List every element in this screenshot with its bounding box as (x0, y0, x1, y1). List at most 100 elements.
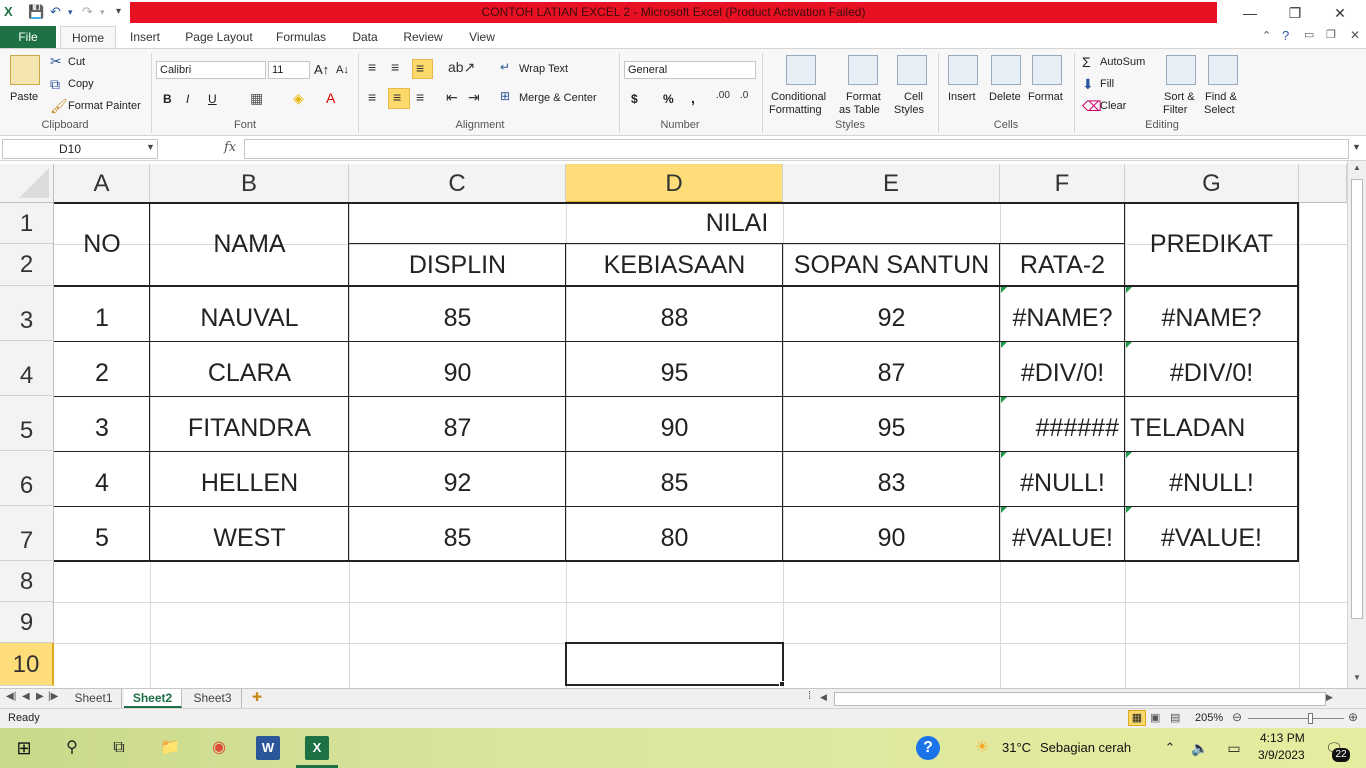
cell-predikat[interactable]: #NAME? (1126, 296, 1297, 341)
scroll-down-icon[interactable]: ▼ (1353, 673, 1361, 682)
scroll-up-icon[interactable]: ▲ (1353, 163, 1361, 172)
borders-icon[interactable]: ▦ (250, 90, 263, 107)
row-header-6[interactable]: 6 (0, 451, 54, 506)
cell-displin[interactable]: 87 (350, 406, 565, 451)
cell-styles-icon[interactable] (897, 55, 927, 85)
delete-cells-button[interactable]: Delete (989, 91, 1021, 103)
search-icon[interactable]: ⚲ (60, 736, 84, 760)
cell-nama[interactable]: WEST (151, 516, 348, 560)
scroll-left-icon[interactable]: ◀ (820, 692, 827, 703)
tab-page-layout[interactable]: Page Layout (180, 26, 258, 48)
shrink-font-icon[interactable]: A↓ (336, 64, 349, 76)
sheet-tab-sheet3[interactable]: Sheet3 (184, 689, 242, 708)
comma-button[interactable]: , (691, 90, 695, 106)
cell-predikat[interactable]: #DIV/0! (1126, 351, 1297, 396)
orientation-icon[interactable]: ab↗ (448, 59, 475, 76)
next-sheet-icon[interactable]: ▶ (36, 691, 44, 702)
name-box[interactable]: D10 (2, 139, 158, 159)
row-header-10[interactable]: 10 (0, 643, 54, 686)
row-header-8[interactable]: 8 (0, 561, 54, 602)
workbook-close-icon[interactable]: ✕ (1350, 28, 1360, 42)
weather-icon[interactable]: ☀ (970, 736, 994, 760)
tab-data[interactable]: Data (344, 26, 386, 48)
tab-home[interactable]: Home (60, 26, 116, 48)
error-indicator-icon[interactable] (1001, 342, 1007, 348)
format-as-table-icon[interactable] (848, 55, 878, 85)
column-header-f[interactable]: F (1000, 164, 1125, 203)
font-name-select[interactable]: Calibri (156, 61, 266, 79)
conditional-formatting-icon[interactable] (786, 55, 816, 85)
cell-rata[interactable]: #DIV/0! (1001, 351, 1124, 396)
cell-predikat[interactable]: #VALUE! (1126, 516, 1297, 560)
align-left-icon[interactable]: ≡ (368, 89, 376, 105)
cell-no[interactable]: 4 (55, 461, 149, 506)
error-indicator-icon[interactable] (1126, 507, 1132, 513)
tab-insert[interactable]: Insert (122, 26, 168, 48)
tab-review[interactable]: Review (398, 26, 448, 48)
tab-view[interactable]: View (460, 26, 504, 48)
first-sheet-icon[interactable]: ◀| (6, 691, 16, 702)
tab-split-handle-icon[interactable]: ⁞ (808, 690, 811, 702)
cell-predikat[interactable]: TELADAN (1130, 406, 1297, 451)
format-cells-button[interactable]: Format (1028, 91, 1063, 103)
cell-c2-displin[interactable]: DISPLIN (350, 245, 565, 285)
cell-nama[interactable]: FITANDRA (151, 406, 348, 451)
zoom-slider-thumb[interactable] (1308, 713, 1313, 724)
format-painter-button[interactable]: Format Painter (68, 100, 141, 112)
error-indicator-icon[interactable] (1001, 452, 1007, 458)
percent-button[interactable]: % (663, 92, 674, 106)
cell-rata[interactable]: #NAME? (1001, 296, 1124, 341)
cell-g1-predikat[interactable]: PREDIKAT (1126, 204, 1297, 285)
format-as-table-button[interactable]: Format (846, 91, 881, 103)
increase-decimal-icon[interactable]: .00 (716, 90, 730, 101)
fill-color-icon[interactable]: ◈ (293, 90, 304, 107)
insert-function-icon[interactable]: fx (224, 140, 236, 155)
column-header-c[interactable]: C (349, 164, 566, 203)
cell-kebiasaan[interactable]: 90 (567, 406, 782, 451)
task-view-icon[interactable]: ⧉ (107, 736, 131, 760)
row-header-3[interactable]: 3 (0, 286, 54, 341)
autosum-button[interactable]: AutoSum (1100, 56, 1145, 68)
tab-formulas[interactable]: Formulas (270, 26, 332, 48)
cell-c1-nilai[interactable]: NILAI (350, 204, 1124, 243)
error-indicator-icon[interactable] (1001, 507, 1007, 513)
wrap-text-icon[interactable]: ↵ (500, 60, 510, 74)
copy-icon[interactable]: ⧉ (50, 76, 60, 93)
insert-sheet-icon[interactable]: ✚ (252, 690, 262, 704)
page-break-view-icon[interactable]: ▤ (1170, 711, 1180, 724)
cell-displin[interactable]: 85 (350, 516, 565, 560)
currency-button[interactable]: $ (631, 92, 638, 106)
cell-nama[interactable]: CLARA (151, 351, 348, 396)
cell-predikat[interactable]: #NULL! (1126, 461, 1297, 506)
name-box-dropdown-icon[interactable]: ▼ (146, 142, 155, 152)
clock-date[interactable]: 3/9/2023 (1258, 748, 1305, 762)
select-all-corner[interactable] (0, 164, 54, 203)
cell-kebiasaan[interactable]: 80 (567, 516, 782, 560)
grow-font-icon[interactable]: A↑ (314, 62, 329, 77)
merge-center-icon[interactable]: ⊞ (500, 89, 510, 103)
cell-styles-button[interactable]: Cell (904, 91, 923, 103)
cell-sopan[interactable]: 87 (784, 351, 999, 396)
cell-rata[interactable]: #VALUE! (1001, 516, 1124, 560)
format-cells-icon[interactable] (1032, 55, 1062, 85)
column-header-b[interactable]: B (150, 164, 349, 203)
align-right-icon[interactable]: ≡ (416, 89, 424, 105)
workbook-minimize-icon[interactable]: ▭ (1304, 28, 1314, 41)
customize-qat-icon[interactable]: ▾ (116, 3, 121, 21)
volume-icon[interactable]: 🔈 (1188, 736, 1212, 760)
last-sheet-icon[interactable]: |▶ (48, 691, 58, 702)
undo-dropdown-icon[interactable]: ▾ (68, 3, 73, 21)
format-painter-icon[interactable]: 🖌 (50, 98, 68, 115)
page-layout-view-icon[interactable]: ▣ (1150, 711, 1160, 724)
word-icon[interactable]: W (256, 736, 280, 760)
sort-filter-icon[interactable] (1166, 55, 1196, 85)
autosum-icon[interactable]: Σ (1082, 54, 1091, 70)
active-cell-d10[interactable] (565, 642, 784, 686)
redo-dropdown-icon[interactable]: ▾ (100, 3, 105, 21)
horizontal-scroll-thumb[interactable] (834, 692, 1326, 706)
sheet-tab-sheet1[interactable]: Sheet1 (66, 689, 122, 708)
fill-button[interactable]: Fill (1100, 78, 1114, 90)
cell-rata[interactable]: #NULL! (1001, 461, 1124, 506)
copy-button[interactable]: Copy (68, 78, 94, 90)
row-header-5[interactable]: 5 (0, 396, 54, 451)
